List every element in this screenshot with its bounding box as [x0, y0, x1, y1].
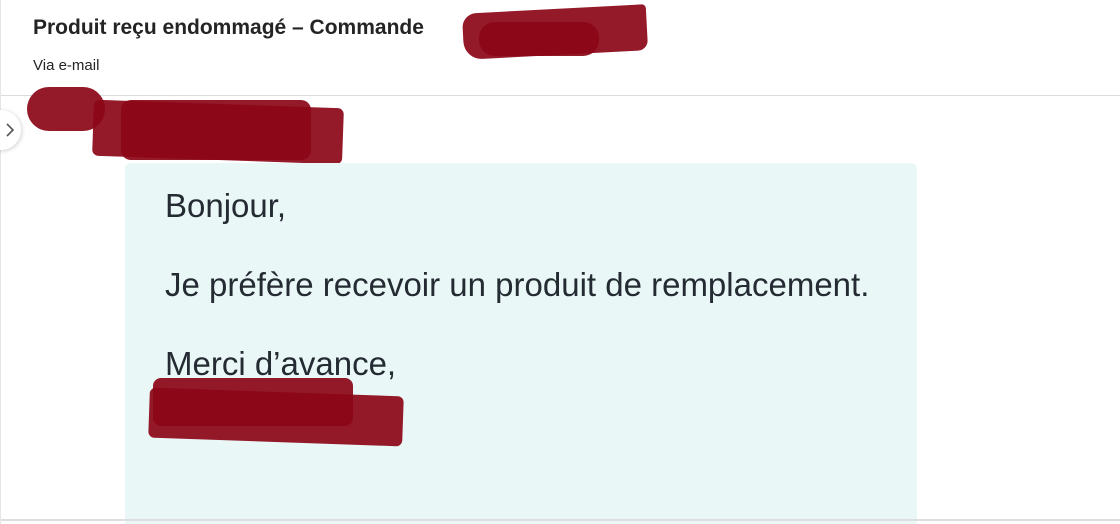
message-bubble: Bonjour, Je préfère recevoir un produit … [125, 163, 917, 524]
message-greeting: Bonjour, [165, 187, 287, 224]
ticket-view: Produit reçu endommagé – Commande Via e-… [0, 0, 1120, 524]
message-body: Je préfère recevoir un produit de rempla… [165, 266, 870, 303]
redacted-signature-overlay [153, 378, 353, 426]
ticket-title: Produit reçu endommagé – Commande [33, 16, 424, 39]
redacted-sender-name-overlay [121, 100, 311, 160]
expand-sidebar-button[interactable] [0, 110, 21, 150]
chevron-right-icon [6, 123, 15, 137]
bottom-divider [1, 519, 1120, 521]
ticket-channel: Via e-mail [33, 57, 100, 74]
redacted-order-number-overlay [479, 22, 599, 56]
